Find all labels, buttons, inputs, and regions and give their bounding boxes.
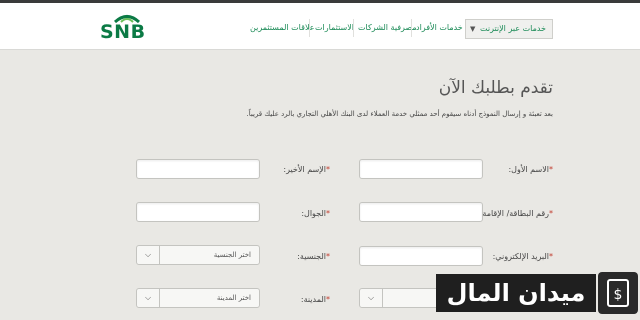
nav-corporate-banking[interactable]: مصرفية الشركات	[358, 17, 417, 39]
nav-investor-relations[interactable]: علاقات المستثمرين	[250, 17, 315, 39]
city-select[interactable]: ⌵ اختر المدينة	[136, 288, 260, 308]
last-name-input[interactable]	[136, 159, 260, 179]
online-services-dropdown[interactable]: ▼ خدمات عبر الإنترنت	[465, 19, 553, 39]
nav-investments[interactable]: الاستثمارات	[315, 17, 354, 39]
last-name-label: *الإسم الأخير:	[283, 165, 330, 174]
first-name-label: *الاسم الأول:	[508, 165, 553, 174]
first-name-input[interactable]	[359, 159, 483, 179]
email-label: *البريد الإلكتروني:	[492, 252, 553, 261]
nationality-label: *الجنسية:	[297, 252, 330, 261]
chevron-down-icon: ⌵	[137, 289, 160, 307]
watermark-logo-icon: $	[598, 272, 638, 314]
chevron-down-icon: ⌵	[137, 246, 160, 264]
city-selected-value: اختر المدينة	[216, 294, 251, 302]
chevron-down-icon: ⌵	[360, 289, 383, 307]
id-number-input[interactable]	[359, 202, 483, 222]
dropdown-arrow-icon: ▼	[470, 25, 476, 33]
nationality-selected-value: اختر الجنسية	[213, 251, 251, 259]
nav-divider	[411, 19, 412, 37]
nav-divider	[353, 19, 354, 37]
mobile-input[interactable]	[136, 202, 260, 222]
page-title: تقدم بطلبك الآن	[438, 78, 553, 98]
nav-personal-services[interactable]: خدمات الأفراد	[416, 17, 463, 39]
city-label: *المدينة:	[300, 295, 330, 304]
id-number-label: *رقم البطاقة/ الإقامة:	[479, 209, 553, 218]
form-intro-text: بعد تعبئة و إرسال النموذج أدناه سيقوم أح…	[246, 110, 553, 118]
nationality-select[interactable]: ⌵ اختر الجنسية	[136, 245, 260, 265]
watermark-text: ميدان المال	[436, 274, 596, 312]
nav-divider	[309, 19, 310, 37]
svg-text:$: $	[614, 287, 623, 303]
site-header: SNB علاقات المستثمرين الاستثمارات مصرفية…	[0, 3, 640, 50]
email-input[interactable]	[359, 246, 483, 266]
mobile-label: *الجوال:	[301, 209, 330, 218]
watermark: ميدان المال $	[436, 268, 640, 320]
online-services-label: خدمات عبر الإنترنت	[479, 24, 546, 33]
